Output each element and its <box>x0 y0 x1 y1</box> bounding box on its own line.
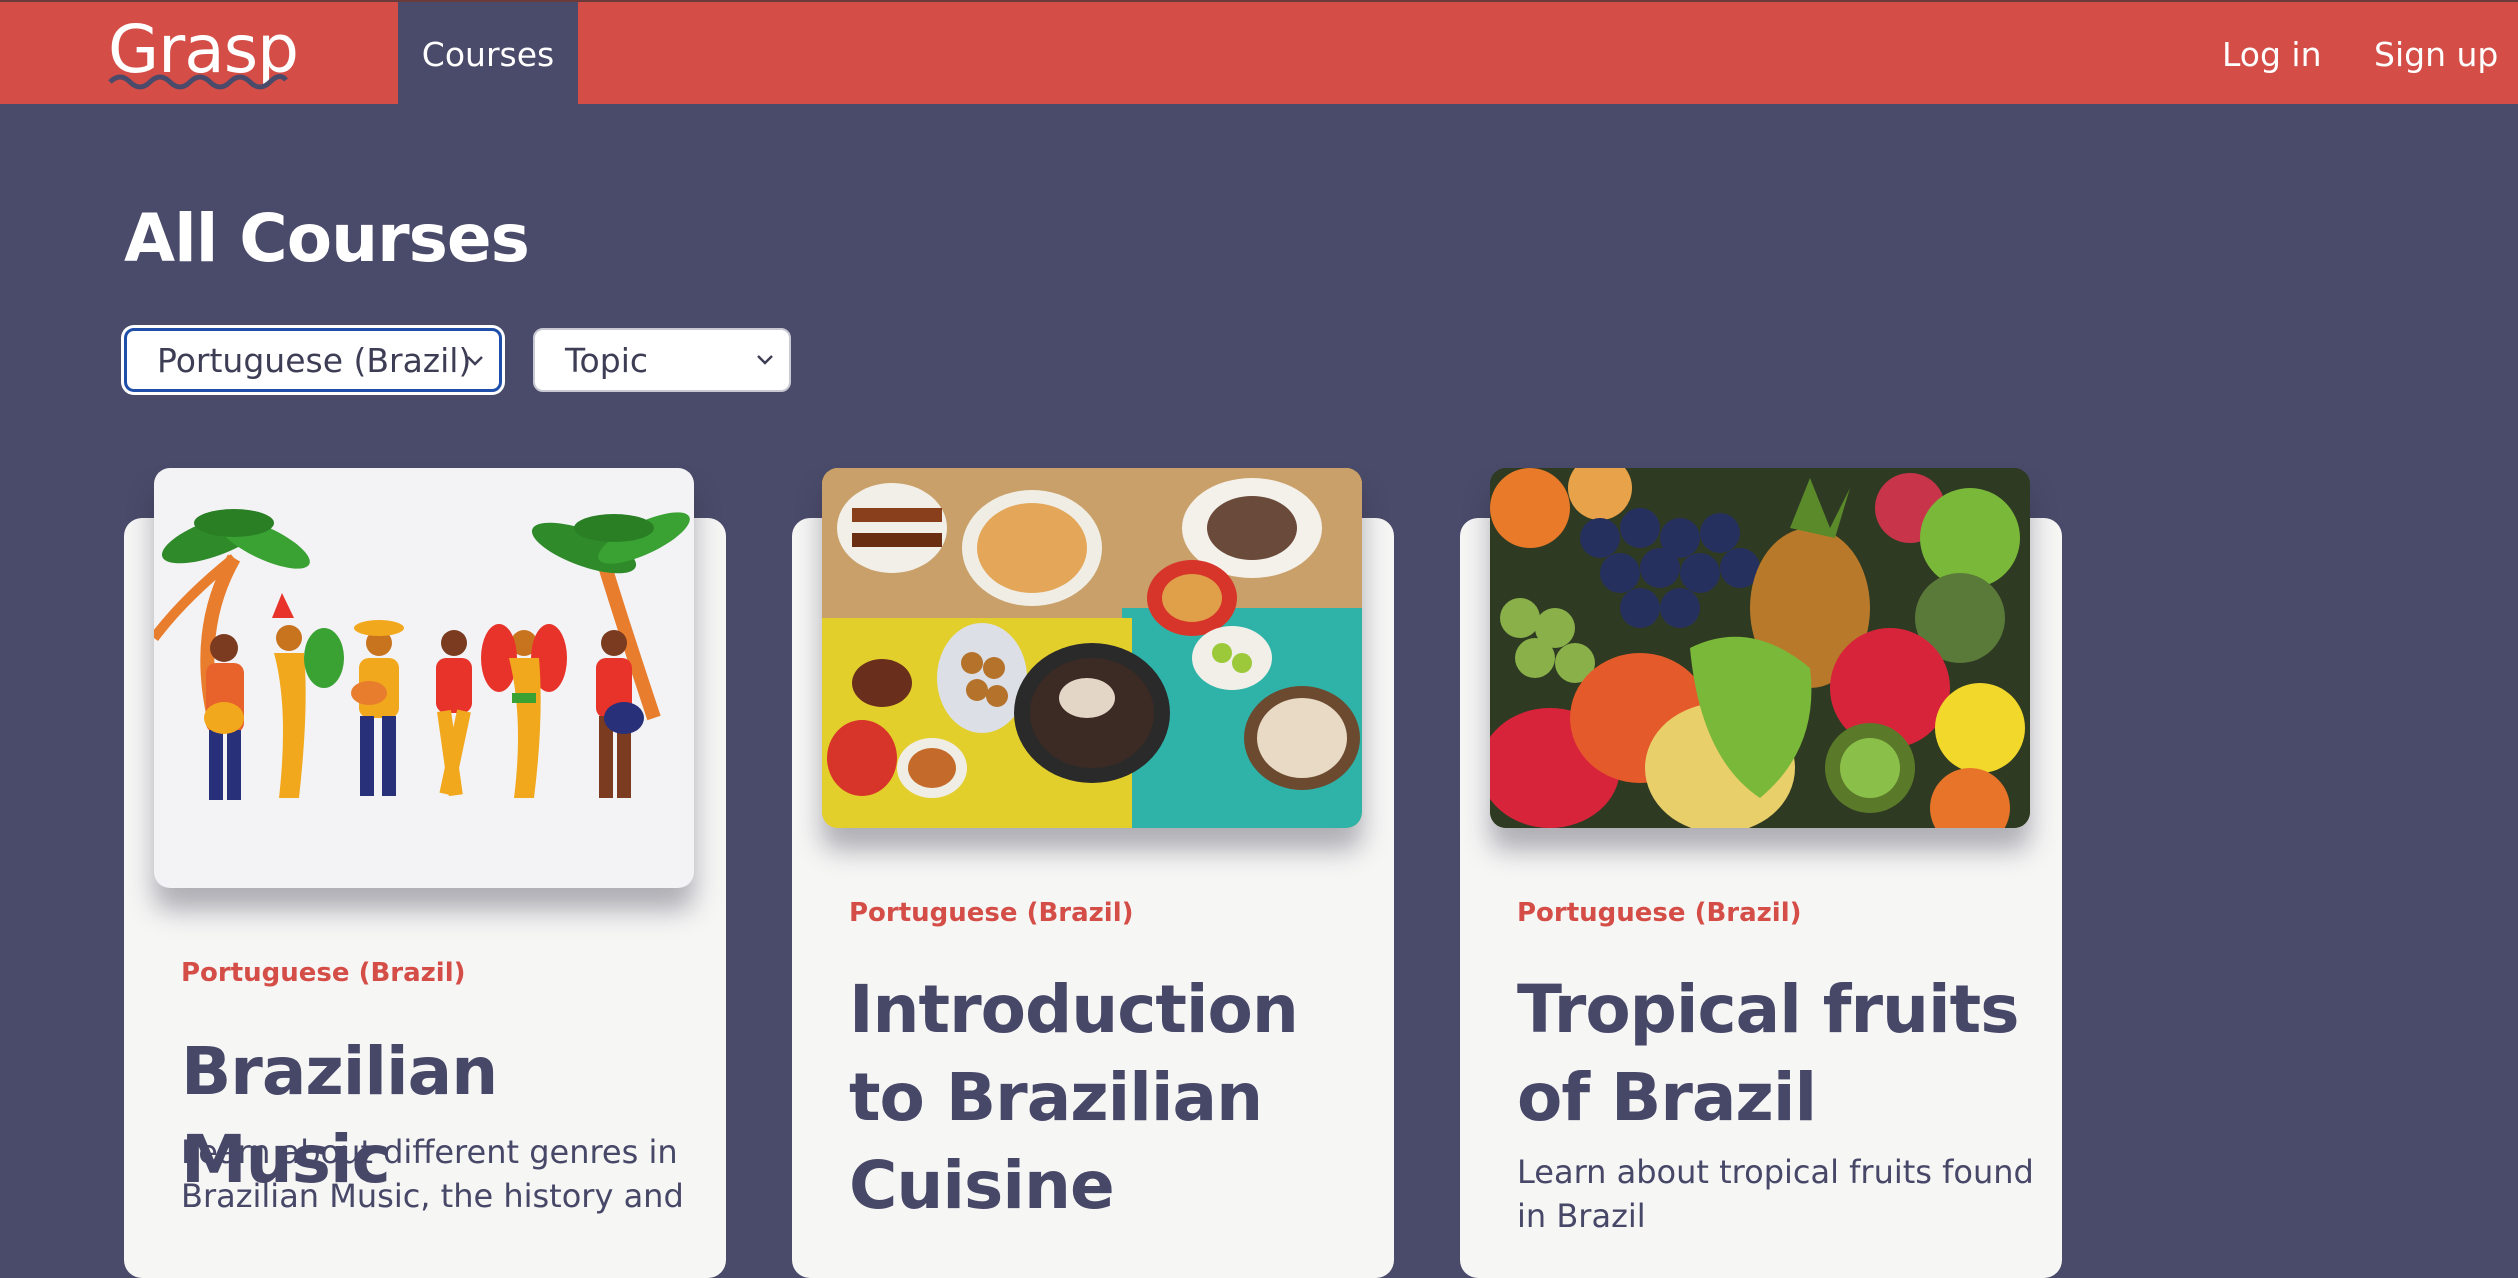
logo-wave-underline <box>108 74 288 90</box>
samba-musicians-illustration <box>154 468 694 888</box>
language-select-value: Portuguese (Brazil) <box>157 340 472 380</box>
course-language-tag: Portuguese (Brazil) <box>1517 898 1802 928</box>
login-link[interactable]: Log in <box>2222 2 2322 106</box>
course-title[interactable]: Tropical fruits of Brazil <box>1517 966 2037 1142</box>
course-title[interactable]: Introduction to Brazilian Cuisine <box>849 966 1369 1230</box>
language-select[interactable]: Portuguese (Brazil) <box>124 328 502 392</box>
course-card-tropical-fruits[interactable]: Portuguese (Brazil) Tropical fruits of B… <box>1460 468 2062 1278</box>
chevron-down-icon <box>757 355 773 365</box>
brazilian-food-table-photo <box>822 468 1362 828</box>
tropical-fruits-photo <box>1490 468 2030 828</box>
top-navigation-bar: Grasp Courses Log in Sign up <box>0 0 2518 106</box>
nav-courses-tab[interactable]: Courses <box>398 2 578 106</box>
topic-select-value: Topic <box>565 340 648 380</box>
course-description: Learn about tropical fruits found in Bra… <box>1517 1153 2034 1235</box>
course-language-tag: Portuguese (Brazil) <box>181 958 466 988</box>
topic-select[interactable]: Topic <box>533 328 791 392</box>
signup-link[interactable]: Sign up <box>2374 2 2498 106</box>
course-description: Learn about different genres in Brazilia… <box>181 1133 684 1215</box>
course-card-brazilian-music[interactable]: Portuguese (Brazil) Brazilian Music Lear… <box>124 468 726 1278</box>
page-title: All Courses <box>124 200 530 277</box>
course-card-brazilian-cuisine[interactable]: Portuguese (Brazil) Introduction to Braz… <box>792 468 1394 1278</box>
course-language-tag: Portuguese (Brazil) <box>849 898 1134 928</box>
chevron-down-icon <box>467 356 483 366</box>
